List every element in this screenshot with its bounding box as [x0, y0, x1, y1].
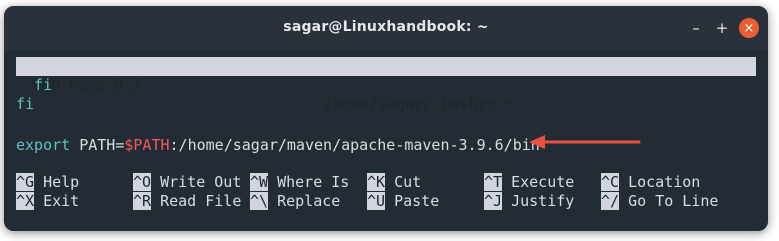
maximize-icon[interactable]: +	[712, 18, 732, 38]
shortcut-label: Replace	[277, 192, 341, 210]
shortcut-key: ^J	[484, 192, 503, 210]
shortcut-label: Exit	[43, 192, 80, 210]
shortcut-key: ^O	[133, 173, 152, 191]
shortcut-execute[interactable]: ^T Execute	[484, 173, 574, 192]
terminal-window: sagar@Linuxhandbook: ~ – + × GNU nano 6.…	[4, 6, 768, 231]
shortcut-key: ^W	[250, 173, 269, 191]
shortcut-label: Justify	[511, 192, 575, 210]
shortcut-write-out[interactable]: ^O Write Out	[133, 173, 241, 192]
code-line-export[interactable]: export PATH=$PATH:/home/sagar/maven/apac…	[16, 136, 540, 155]
shortcut-read-file[interactable]: ^R Read File	[133, 192, 241, 211]
shortcut-key: ^\	[250, 192, 269, 210]
shortcut-label: Go To Line	[628, 192, 719, 210]
shortcut-help[interactable]: ^G Help	[16, 173, 79, 192]
shortcut-key: ^G	[16, 173, 35, 191]
shortcut-key: ^K	[367, 173, 386, 191]
shortcut-location[interactable]: ^C Location	[601, 173, 700, 192]
minimize-icon[interactable]: –	[686, 18, 706, 38]
export-variable: PATH=	[70, 136, 125, 154]
shortcut-paste[interactable]: ^U Paste	[367, 192, 439, 211]
nano-header-bar: GNU nano 6.2 /home/sagar/.bashrc *	[16, 57, 756, 113]
shortcut-justify[interactable]: ^J Justify	[484, 192, 574, 211]
shortcut-label: Write Out	[160, 173, 242, 191]
code-line-fi-indented: fi	[16, 76, 53, 94]
close-icon[interactable]: ×	[739, 18, 759, 38]
shortcut-key: ^T	[484, 173, 503, 191]
shortcut-key: ^C	[601, 173, 620, 191]
title-bar[interactable]: sagar@Linuxhandbook: ~ – + ×	[4, 6, 768, 50]
shortcut-where-is[interactable]: ^W Where Is	[250, 173, 349, 192]
annotation-arrow-icon	[529, 135, 641, 149]
shortcut-label: Cut	[394, 173, 422, 191]
shortcut-key: ^R	[133, 192, 152, 210]
shortcut-go-to-line[interactable]: ^/ Go To Line	[601, 192, 718, 211]
export-path-value: :/home/sagar/maven/apache-maven-3.9.6/bi…	[169, 136, 540, 154]
shortcut-key: ^U	[367, 192, 386, 210]
export-keyword: export	[16, 136, 71, 154]
export-path-reference: $PATH	[124, 136, 170, 154]
shortcut-label: Where Is	[277, 173, 350, 191]
shortcut-key: ^X	[16, 192, 35, 210]
terminal-area[interactable]: GNU nano 6.2 /home/sagar/.bashrc * fi fi…	[4, 50, 768, 231]
code-line-fi: fi	[16, 95, 35, 113]
shortcut-replace[interactable]: ^\ Replace	[250, 192, 340, 211]
shortcut-label: Paste	[394, 192, 440, 210]
shortcut-cut[interactable]: ^K Cut	[367, 173, 421, 192]
window-title: sagar@Linuxhandbook: ~	[283, 19, 489, 35]
shortcut-label: Help	[43, 173, 80, 191]
shortcut-label: Read File	[160, 192, 242, 210]
shortcut-label: Execute	[511, 173, 575, 191]
shortcut-exit[interactable]: ^X Exit	[16, 192, 79, 211]
shortcut-label: Location	[628, 173, 701, 191]
nano-filename: /home/sagar/.bashrc *	[324, 95, 514, 113]
shortcut-key: ^/	[601, 192, 620, 210]
